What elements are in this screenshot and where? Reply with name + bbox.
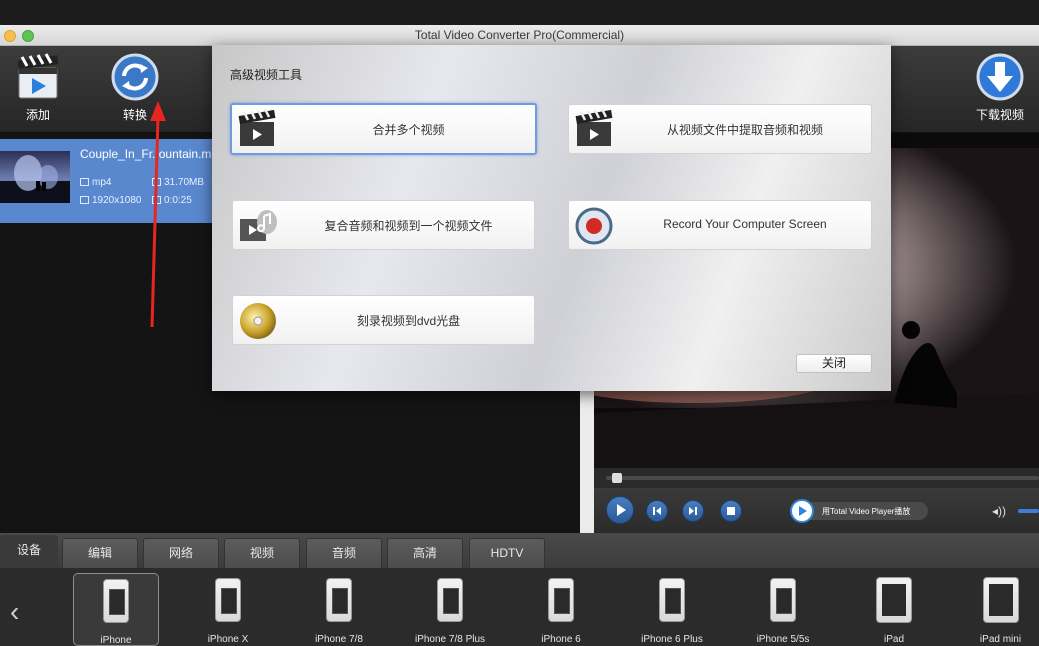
play-button[interactable] bbox=[606, 496, 634, 524]
dialog-title: 高级视频工具 bbox=[230, 68, 303, 82]
add-button[interactable]: 添加 bbox=[8, 52, 68, 123]
device-iphone-7-8[interactable]: iPhone 7/8 bbox=[296, 573, 382, 646]
record-screen-button[interactable]: Record Your Computer Screen bbox=[568, 200, 872, 250]
resolution-icon bbox=[80, 196, 89, 204]
video-thumbnail bbox=[0, 151, 70, 203]
app-window: Total Video Converter Pro(Commercial) 添加 bbox=[0, 0, 1039, 646]
open-with-player-button[interactable]: 用Total Video Player播放 bbox=[790, 499, 928, 523]
clapperboard-add-icon bbox=[17, 53, 59, 99]
tab-edit[interactable]: 编辑 bbox=[62, 538, 138, 568]
merge-audio-video-button[interactable]: 复合音频和视频到一个视频文件 bbox=[232, 200, 535, 250]
device-iphone[interactable]: iPhone bbox=[73, 573, 159, 646]
burn-dvd-button[interactable]: 刻录视频到dvd光盘 bbox=[232, 295, 535, 345]
device-iphone-6[interactable]: iPhone 6 bbox=[518, 573, 604, 646]
device-label: iPhone 7/8 Plus bbox=[414, 634, 486, 645]
ipad-icon bbox=[982, 577, 1019, 623]
iphone-icon bbox=[548, 578, 574, 622]
stop-button[interactable] bbox=[720, 500, 742, 522]
iphone-icon bbox=[437, 578, 463, 622]
skip-back-icon bbox=[653, 507, 661, 515]
tab-web[interactable]: 网络 bbox=[143, 538, 219, 568]
tab-hdtv[interactable]: HDTV bbox=[469, 538, 545, 568]
tool-label: 刻录视频到dvd光盘 bbox=[356, 314, 461, 328]
open-with-player-label: 用Total Video Player播放 bbox=[822, 507, 911, 516]
skip-forward-icon bbox=[689, 507, 697, 515]
tool-label: Record Your Computer Screen bbox=[663, 217, 827, 231]
device-label: iPhone X bbox=[207, 634, 249, 645]
red-arrow-annotation-icon bbox=[150, 101, 166, 328]
device-label: iPad bbox=[883, 634, 904, 645]
tool-label: 复合音频和视频到一个视频文件 bbox=[324, 219, 493, 233]
tab-audio[interactable]: 音频 bbox=[306, 538, 382, 568]
iphone-icon bbox=[659, 578, 685, 622]
next-button[interactable] bbox=[682, 500, 704, 522]
device-label: iPhone 7/8 bbox=[315, 634, 363, 645]
seek-track bbox=[606, 476, 1039, 480]
ipad-icon bbox=[876, 577, 912, 623]
zoom-button[interactable] bbox=[22, 30, 34, 42]
audio-video-merge-icon bbox=[240, 210, 277, 241]
dvd-disc-icon bbox=[240, 303, 276, 339]
device-iphone-5-5s[interactable]: iPhone 5/5s bbox=[740, 573, 826, 646]
iphone-icon bbox=[770, 578, 796, 622]
title-bar: Total Video Converter Pro(Commercial) bbox=[0, 25, 1039, 46]
window-title: Total Video Converter Pro(Commercial) bbox=[414, 28, 625, 42]
clapperboard-icon bbox=[238, 108, 276, 146]
iphone-icon bbox=[103, 579, 129, 623]
download-label: 下载视频 bbox=[975, 108, 1024, 122]
tab-devices[interactable]: 设备 bbox=[0, 535, 58, 568]
device-label: iPhone bbox=[100, 635, 132, 646]
record-icon bbox=[575, 207, 613, 245]
device-ipad[interactable]: iPad bbox=[851, 573, 937, 646]
tool-label: 合并多个视频 bbox=[372, 123, 445, 137]
device-iphone-6-plus[interactable]: iPhone 6 Plus bbox=[629, 573, 715, 646]
device-ipad-mini[interactable]: iPad mini bbox=[962, 573, 1039, 646]
close-button[interactable]: 关闭 bbox=[796, 354, 872, 373]
device-label: iPad mini bbox=[979, 634, 1022, 645]
scroll-left-arrow-icon[interactable]: ‹ bbox=[10, 598, 19, 626]
add-label: 添加 bbox=[25, 108, 50, 122]
extract-audio-video-button[interactable]: 从视频文件中提取音频和视频 bbox=[568, 104, 872, 154]
device-label: iPhone 6 Plus bbox=[641, 634, 703, 645]
device-label: iPhone 5/5s bbox=[756, 634, 810, 645]
iphone-icon bbox=[326, 578, 352, 622]
device-label: iPhone 6 bbox=[541, 634, 581, 645]
minimize-button[interactable] bbox=[4, 30, 16, 42]
device-iphone-7-8-plus[interactable]: iPhone 7/8 Plus bbox=[407, 573, 493, 646]
merge-videos-button[interactable]: 合并多个视频 bbox=[230, 103, 537, 155]
iphone-icon bbox=[215, 578, 241, 622]
clapperboard-icon bbox=[575, 108, 613, 146]
play-icon bbox=[617, 504, 626, 516]
format-icon bbox=[80, 178, 89, 186]
seek-bar[interactable] bbox=[594, 468, 1039, 488]
volume-slider[interactable] bbox=[1018, 509, 1039, 513]
tab-hd[interactable]: 高清 bbox=[387, 538, 463, 568]
tool-label: 从视频文件中提取音频和视频 bbox=[666, 123, 823, 137]
download-icon bbox=[976, 53, 1024, 101]
device-iphone-x[interactable]: iPhone X bbox=[185, 573, 271, 646]
download-video-button[interactable]: 下载视频 bbox=[970, 52, 1030, 123]
seek-knob[interactable] bbox=[612, 473, 622, 483]
file-format: mp4 bbox=[80, 177, 111, 188]
total-video-player-icon bbox=[790, 499, 814, 523]
volume-icon[interactable]: ◂)) bbox=[992, 504, 1006, 518]
previous-button[interactable] bbox=[646, 500, 668, 522]
screen-top-strip bbox=[0, 0, 1039, 25]
tab-video[interactable]: 视频 bbox=[224, 538, 300, 568]
advanced-video-tools-dialog: 高级视频工具 合并多个视频 从视频文件中提取音频和视频 复合音频和视频到一个视频… bbox=[212, 45, 891, 391]
stop-icon bbox=[727, 507, 735, 515]
category-tabs: 设备 编辑 网络 视频 音频 高清 HDTV bbox=[0, 533, 1039, 568]
